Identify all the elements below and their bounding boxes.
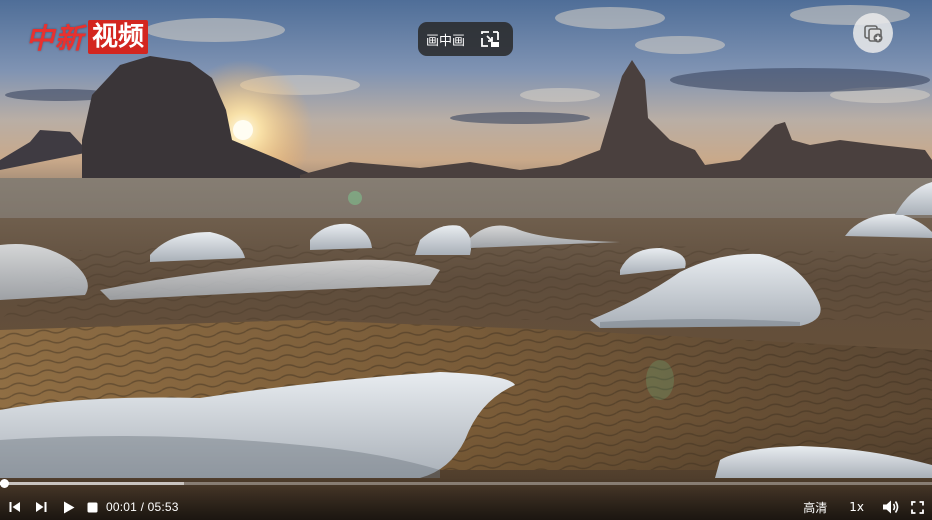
logo-text-box: 视频 xyxy=(88,20,149,54)
volume-icon xyxy=(883,500,899,514)
screenshot-button[interactable] xyxy=(853,13,893,53)
volume-button[interactable] xyxy=(882,499,900,515)
pip-button[interactable]: 画中画 xyxy=(418,22,513,56)
play-button[interactable] xyxy=(62,500,76,514)
screenshot-icon xyxy=(864,25,883,43)
speed-button[interactable]: 1x xyxy=(849,500,864,514)
right-controls: 高清 1x xyxy=(803,499,932,516)
previous-button[interactable] xyxy=(8,500,22,514)
next-button[interactable] xyxy=(34,500,48,514)
progress-buffered xyxy=(0,482,184,485)
time-separator: / xyxy=(137,500,148,514)
fullscreen-icon xyxy=(910,500,924,514)
pip-exit-icon xyxy=(481,31,500,47)
controls-row: 00:01 / 05:53 高清 1x xyxy=(0,496,932,518)
stop-button[interactable] xyxy=(86,501,98,513)
fullscreen-button[interactable] xyxy=(910,500,924,514)
progress-handle[interactable] xyxy=(0,479,9,488)
duration: 05:53 xyxy=(147,500,179,514)
skip-next-icon xyxy=(36,502,47,512)
video-player[interactable]: 中新 视频 画中画 00:01 / 05:53 高清 1x xyxy=(0,0,932,520)
time-display: 00:01 / 05:53 xyxy=(106,500,179,514)
play-icon xyxy=(64,501,75,513)
progress-bar[interactable] xyxy=(0,479,932,488)
quality-button[interactable]: 高清 xyxy=(803,499,827,516)
skip-previous-icon xyxy=(9,502,20,512)
current-time: 00:01 xyxy=(106,500,138,514)
pip-label: 画中画 xyxy=(426,33,466,49)
watermark-logo: 中新 视频 xyxy=(26,18,149,56)
stop-icon xyxy=(87,502,97,512)
control-bar: 00:01 / 05:53 高清 1x xyxy=(0,478,932,520)
video-frame[interactable] xyxy=(0,0,932,520)
logo-text-red: 中新 xyxy=(26,22,85,55)
